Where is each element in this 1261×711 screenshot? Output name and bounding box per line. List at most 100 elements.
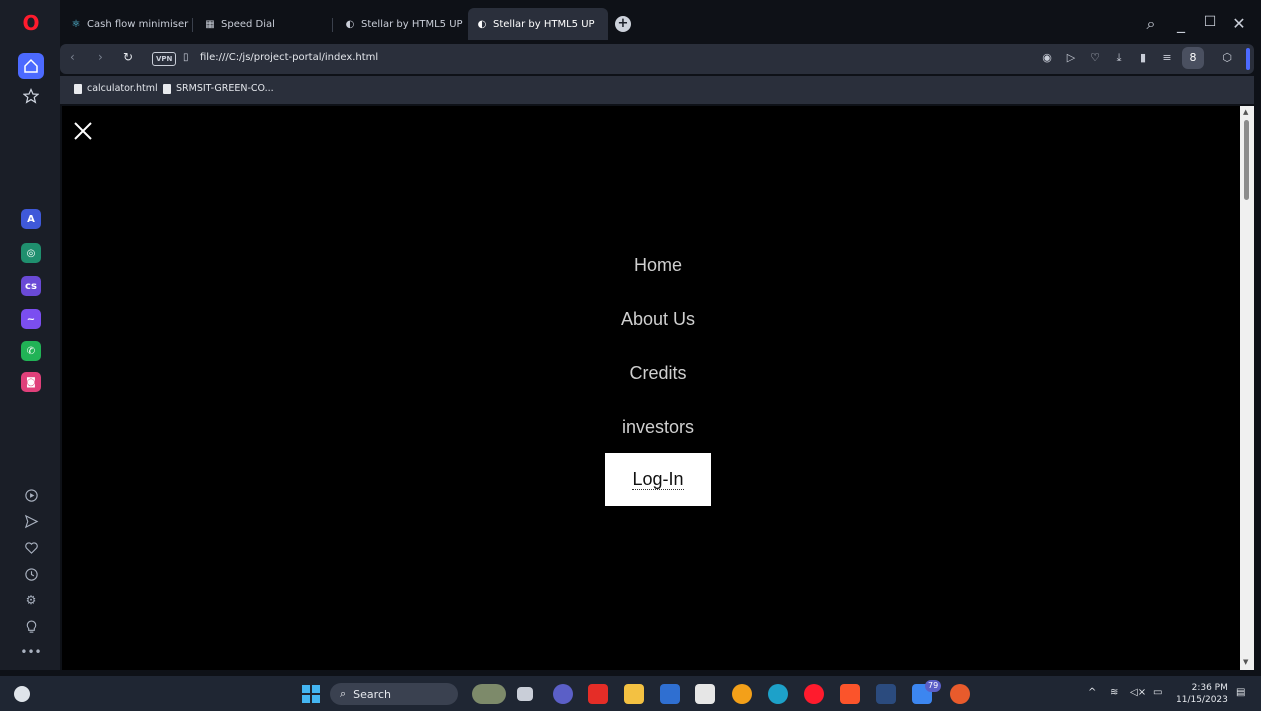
bookmark-label: SRMSIT-GREEN-CO... — [176, 83, 274, 94]
scroll-thumb[interactable] — [1244, 120, 1249, 200]
send-icon[interactable] — [23, 513, 39, 529]
battery-saver-icon[interactable]: ▮ — [1136, 51, 1150, 65]
history-icon[interactable] — [23, 566, 39, 582]
amazon-icon[interactable] — [695, 684, 715, 704]
minimize-button[interactable]: _ — [1170, 14, 1192, 33]
heart-icon[interactable] — [23, 539, 39, 555]
weather-icon[interactable] — [14, 686, 30, 702]
more-options-icon[interactable]: ••• — [20, 644, 41, 660]
ea-app-icon[interactable] — [950, 684, 970, 704]
url-field[interactable]: file:///C:/js/project-portal/index.html — [200, 52, 378, 63]
lightbulb-icon[interactable] — [23, 618, 39, 634]
volume-muted-icon[interactable]: ◁× — [1130, 687, 1146, 698]
document-icon — [163, 83, 171, 94]
windows-start-icon[interactable] — [302, 685, 320, 703]
battery-icon[interactable]: ▭ — [1153, 687, 1162, 698]
clock-time: 2:36 PM — [1191, 683, 1228, 693]
tab-cash-flow[interactable]: ⚛ Cash flow minimiser — [62, 8, 190, 40]
tab-separator — [192, 18, 193, 32]
scroll-down-icon[interactable]: ▼ — [1243, 658, 1248, 666]
instagram-app-icon[interactable]: ◙ — [21, 372, 41, 392]
document-icon — [74, 83, 82, 94]
forward-button[interactable]: › — [98, 50, 103, 64]
sidebar-home-button[interactable] — [18, 53, 44, 79]
notification-badge: 79 — [925, 680, 942, 692]
taskbar-search-input[interactable]: ⌕ Search — [330, 683, 458, 705]
edge-icon[interactable] — [768, 684, 788, 704]
windows-taskbar: ⌕ Search 79 ^ ≋ ◁× ▭ 2:36 PM 11/15/2023 … — [0, 676, 1261, 711]
main-menu: Home About Us Credits investors — [62, 246, 1254, 462]
chatgpt-app-icon[interactable]: ◎ — [21, 243, 41, 263]
tab-stellar-1[interactable]: ◐ Stellar by HTML5 UP — [336, 8, 466, 40]
menu-item-credits[interactable]: Credits — [598, 354, 718, 408]
tab-label: Stellar by HTML5 UP — [361, 18, 463, 30]
whatsapp-app-icon[interactable]: ✆ — [21, 341, 41, 361]
bookmark-srmsit[interactable]: SRMSIT-GREEN-CO... — [163, 83, 274, 94]
new-tab-button[interactable]: + — [615, 16, 631, 32]
youtube-icon[interactable] — [588, 684, 608, 704]
aria-app-icon[interactable]: A — [21, 209, 41, 229]
wifi-icon[interactable]: ≋ — [1110, 687, 1118, 698]
page-viewport: Home About Us Credits investors Log-In — [62, 106, 1240, 670]
clock-date: 11/15/2023 — [1176, 695, 1228, 705]
vscode-icon[interactable] — [876, 684, 896, 704]
snapshot-icon[interactable]: ◉ — [1040, 51, 1054, 65]
maximize-button[interactable]: ☐ — [1199, 14, 1221, 30]
scroll-up-icon[interactable]: ▲ — [1243, 108, 1248, 116]
cs-app-icon[interactable]: cs — [21, 276, 41, 296]
system-clock[interactable]: 2:36 PM 11/15/2023 — [1176, 682, 1228, 706]
profile-avatar-icon[interactable]: 8 — [1182, 47, 1204, 69]
extensions-cube-icon[interactable]: ⬡ — [1220, 51, 1234, 65]
globe-icon: ◐ — [345, 18, 355, 30]
bookmark-calculator[interactable]: calculator.html — [74, 83, 158, 94]
teams-chat-icon[interactable] — [553, 684, 573, 704]
easy-setup-icon[interactable]: ≡ — [1160, 51, 1174, 65]
search-label: Search — [353, 687, 391, 701]
reload-button[interactable]: ↻ — [123, 50, 133, 64]
close-menu-icon[interactable] — [72, 120, 94, 142]
address-bar-row: ‹ › ↻ VPN ▯ file:///C:/js/project-portal… — [60, 44, 1254, 74]
bookmark-label: calculator.html — [87, 83, 158, 94]
brave-icon[interactable] — [840, 684, 860, 704]
back-button[interactable]: ‹ — [70, 50, 75, 64]
react-icon: ⚛ — [71, 18, 81, 30]
grid-icon: ▦ — [205, 18, 215, 30]
browser-sidebar: O A ◎ cs ~ ✆ ◙ ⚙ ••• — [0, 0, 60, 670]
opera-taskbar-icon[interactable] — [804, 684, 824, 704]
lizard-widget-icon[interactable] — [472, 684, 506, 704]
menu-item-about-us[interactable]: About Us — [598, 300, 718, 354]
tab-stellar-active[interactable]: ◐ Stellar by HTML5 UP — [468, 8, 608, 40]
sidebar-accent-strip — [1246, 48, 1250, 70]
globe-icon: ◐ — [477, 18, 487, 30]
task-view-icon[interactable] — [517, 687, 533, 701]
player-icon[interactable] — [23, 487, 39, 503]
tray-chevron-icon[interactable]: ^ — [1088, 687, 1096, 698]
login-label: Log-In — [632, 469, 684, 490]
opera-logo-icon[interactable]: O — [18, 10, 44, 36]
tab-separator — [332, 18, 333, 32]
download-icon[interactable]: ⤓ — [1112, 51, 1126, 65]
tab-bar: ⚛ Cash flow minimiser ▦ Speed Dial ◐ Ste… — [60, 8, 1261, 42]
store-icon[interactable] — [660, 684, 680, 704]
close-window-button[interactable]: ✕ — [1228, 14, 1250, 33]
sidebar-bookmarks-button[interactable] — [18, 83, 44, 109]
tab-search-icon[interactable]: ⌕ — [1140, 14, 1162, 34]
notifications-icon[interactable]: ▤ — [1236, 687, 1245, 698]
file-explorer-icon[interactable] — [624, 684, 644, 704]
search-icon: ⌕ — [340, 687, 347, 700]
tab-speed-dial[interactable]: ▦ Speed Dial — [196, 8, 326, 40]
chrome-icon[interactable] — [732, 684, 752, 704]
messenger-app-icon[interactable]: ~ — [21, 309, 41, 329]
settings-gear-icon[interactable]: ⚙ — [23, 592, 39, 608]
menu-item-home[interactable]: Home — [598, 246, 718, 300]
login-button[interactable]: Log-In — [605, 453, 711, 506]
page-icon: ▯ — [183, 52, 189, 63]
page-scrollbar[interactable]: ▲ ▼ — [1240, 106, 1254, 670]
star-icon — [23, 88, 39, 104]
tab-label: Stellar by HTML5 UP — [493, 18, 595, 30]
bookmarks-bar: calculator.html SRMSIT-GREEN-CO... — [60, 76, 1254, 104]
vpn-badge[interactable]: VPN — [152, 52, 177, 66]
tab-label: Cash flow minimiser — [87, 18, 189, 30]
favorites-heart-icon[interactable]: ♡ — [1088, 51, 1102, 65]
flow-icon[interactable]: ▷ — [1064, 51, 1078, 65]
